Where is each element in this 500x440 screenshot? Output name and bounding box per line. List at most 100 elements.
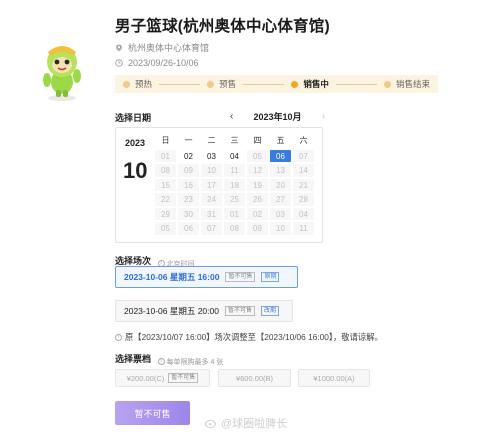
calendar-day[interactable]: 03 [201, 149, 222, 162]
calendar-selected-day: 10 [123, 158, 148, 183]
ticket-option[interactable]: ¥1000.00(A) [298, 369, 370, 387]
calendar-day[interactable]: 18 [224, 178, 245, 191]
calendar-day[interactable]: 28 [293, 193, 314, 206]
calendar-day[interactable]: 16 [178, 178, 199, 191]
ticket-label-text: 选择票档 [115, 354, 152, 364]
location-icon [116, 44, 122, 51]
ticket-section-label: 选择票档 i 每单限购最多 4 张 [115, 352, 223, 367]
session-option[interactable]: 2023-10-06 星期五 20:00 暂不可售 改期 [115, 300, 293, 322]
calendar-day[interactable]: 01 [155, 149, 176, 162]
sale-progress-bar: 预热 预售 销售中 销售结束 [115, 75, 438, 93]
calendar-day[interactable]: 12 [247, 164, 268, 177]
step-dot-icon [123, 80, 130, 88]
status-badge: 暂不可售 [224, 306, 255, 316]
step-connector [335, 83, 377, 85]
weekday-header: 六 [299, 136, 308, 145]
session-label-text: 选择场次 [115, 256, 152, 266]
session-time: 2023-10-06 星期五 20:00 [124, 306, 219, 316]
clock-icon [115, 59, 123, 67]
weekday-header: 二 [207, 136, 216, 145]
calendar-day[interactable]: 24 [201, 193, 222, 206]
calendar-day[interactable]: 10 [270, 222, 291, 235]
calendar-day[interactable]: 11 [293, 222, 314, 235]
calendar-day[interactable]: 10 [201, 164, 222, 177]
calendar-day[interactable]: 11 [224, 164, 245, 177]
calendar-day-selected[interactable]: 06 [270, 149, 291, 162]
ticket-price: ¥600.00(B) [235, 373, 274, 383]
calendar-day[interactable]: 20 [270, 178, 291, 191]
calendar-day[interactable]: 13 [270, 164, 291, 177]
watermark: @球圈啦脾长 [205, 415, 287, 431]
buy-button[interactable]: 暂不可售 [115, 401, 190, 425]
session-option[interactable]: 2023-10-06 星期五 16:00 暂不可售 原期 [115, 266, 298, 288]
next-month-icon[interactable]: › [322, 111, 325, 122]
calendar-day[interactable]: 04 [293, 207, 314, 220]
step-label: 预热 [135, 79, 153, 89]
weekday-header: 五 [276, 136, 285, 145]
calendar-day[interactable]: 30 [178, 207, 199, 220]
weekday-header: 三 [230, 136, 239, 145]
calendar-day[interactable]: 17 [201, 178, 222, 191]
calendar-day[interactable]: 05 [247, 149, 268, 162]
watermark-text: @球圈啦脾长 [221, 418, 288, 430]
calendar-day[interactable]: 25 [224, 193, 245, 206]
weekday-header: 一 [184, 136, 193, 145]
step-dot-icon [291, 80, 299, 88]
month-label: 2023年10月 [253, 112, 302, 122]
calendar-day[interactable]: 31 [201, 207, 222, 220]
ticket-price: ¥1000.00(A) [313, 373, 355, 383]
calendar-day[interactable]: 02 [178, 149, 199, 162]
weibo-logo-icon [205, 420, 216, 428]
status-badge: 改期 [261, 306, 280, 316]
step-label: 销售中 [303, 79, 329, 89]
calendar-day[interactable]: 22 [155, 193, 176, 206]
calendar-day[interactable]: 19 [247, 178, 268, 191]
weekday-header: 四 [253, 136, 262, 145]
calendar-day[interactable]: 27 [270, 193, 291, 206]
calendar-day[interactable]: 14 [293, 164, 314, 177]
calendar-day[interactable]: 29 [155, 207, 176, 220]
venue-text: 杭州奥体中心体育馆 [128, 43, 210, 53]
calendar-grid: 日一二三四五六 01 02 03 04 05 06 07 08 09 10 11 12 13 14 15 16 1… [154, 134, 315, 236]
calendar-day[interactable]: 15 [155, 178, 176, 191]
calendar-day[interactable]: 06 [178, 222, 199, 235]
venue-line: 杭州奥体中心体育馆 [115, 41, 209, 54]
status-badge: 原期 [261, 272, 280, 282]
step-label: 销售结束 [395, 79, 430, 89]
calendar-day[interactable]: 21 [293, 178, 314, 191]
calendar-day[interactable]: 02 [247, 207, 268, 220]
prev-month-icon[interactable]: ‹ [230, 111, 233, 122]
calendar-day[interactable]: 01 [224, 207, 245, 220]
info-icon: i [115, 333, 122, 341]
step-sale-ended: 销售结束 [383, 78, 430, 90]
month-navigator: ‹ 2023年10月 › [230, 110, 325, 123]
step-presale: 预售 [207, 78, 236, 90]
ticket-price: ¥200.00(C) [126, 373, 165, 383]
calendar-day[interactable]: 23 [178, 193, 199, 206]
calendar-day[interactable]: 09 [178, 164, 199, 177]
calendar-day[interactable]: 07 [201, 222, 222, 235]
step-label: 预售 [219, 79, 237, 89]
calendar-day[interactable]: 26 [247, 193, 268, 206]
status-badge: 暂不可售 [225, 272, 256, 282]
info-icon: i [157, 358, 165, 365]
calendar-day[interactable]: 05 [155, 222, 176, 235]
step-dot-icon [207, 80, 215, 88]
ticket-hint-text: 每单限购最多 4 张 [166, 358, 224, 366]
calendar-day[interactable]: 03 [270, 207, 291, 220]
step-dot-icon [383, 80, 391, 88]
ticket-option[interactable]: ¥200.00(C) 暂不可售 [115, 369, 210, 387]
date-section-label: 选择日期 [115, 113, 152, 123]
status-badge: 暂不可售 [168, 373, 199, 383]
ticket-hint: i 每单限购最多 4 张 [157, 357, 224, 367]
calendar-day[interactable]: 08 [155, 164, 176, 177]
calendar-day[interactable]: 07 [293, 149, 314, 162]
calendar-day[interactable]: 09 [247, 222, 268, 235]
step-connector [159, 83, 201, 85]
calendar-day[interactable]: 08 [224, 222, 245, 235]
page-title: 男子篮球(杭州奥体中心体育馆) [115, 18, 330, 35]
notice-text: 原【2023/10/07 16:00】场次调整至【2023/10/06 16:0… [125, 332, 383, 342]
ticket-option[interactable]: ¥600.00(B) [218, 369, 291, 387]
calendar-day[interactable]: 04 [224, 149, 245, 162]
step-preheat: 预热 [123, 78, 152, 90]
